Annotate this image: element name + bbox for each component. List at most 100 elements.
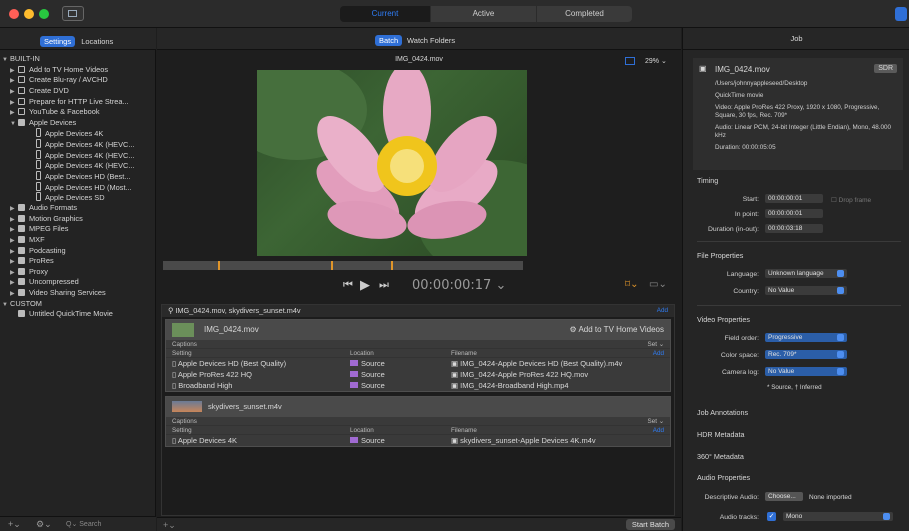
search-field[interactable]: Q⌄ Search	[66, 520, 101, 528]
sidebar-item[interactable]: ▶ ProRes	[0, 256, 156, 267]
sidebar-group[interactable]: ▼ CUSTOM	[0, 299, 156, 310]
filename-cell[interactable]: ▣ IMG_0424-Broadband High.mp4	[451, 380, 569, 391]
sidebar-item[interactable]: ▶ MPEG Files	[0, 224, 156, 235]
gear-icon[interactable]: ⚙⌄	[36, 519, 52, 530]
sidebar-item[interactable]: Apple Devices 4K	[0, 128, 156, 139]
batch-add-button[interactable]: Add	[657, 305, 668, 317]
preview-size-icon[interactable]	[625, 57, 635, 65]
sidebar-toggle-icon[interactable]	[62, 6, 84, 21]
sidebar-item[interactable]: Apple Devices 4K (HEVC...	[0, 149, 156, 161]
sidebar-item[interactable]: ▼ Apple Devices	[0, 118, 156, 129]
tab-settings[interactable]: Settings	[40, 36, 76, 47]
job-card-2[interactable]: skydivers_sunset.m4v Captions Set ⌄ Setti…	[165, 396, 671, 447]
zoom-popup[interactable]: 29% ⌄	[645, 57, 667, 65]
table-row[interactable]: ▯ Apple Devices HD (Best Quality) Source ▣…	[166, 358, 670, 369]
drop-frame-checkbox[interactable]: ☐ Drop frame	[831, 196, 871, 204]
table-row[interactable]: ▯ Broadband High Source ▣ IMG_0424-Broadba…	[166, 380, 670, 391]
zoom-button[interactable]	[39, 9, 49, 19]
in-point-field[interactable]: 00:00:00:01	[765, 209, 823, 218]
out-marker[interactable]	[391, 261, 393, 270]
sidebar-item[interactable]: Apple Devices HD (Most...	[0, 181, 156, 193]
start-batch-button[interactable]: Start Batch	[625, 519, 675, 530]
disclosure-icon[interactable]: ▶	[10, 236, 18, 246]
hdr-metadata-title[interactable]: HDR Metadata	[683, 430, 745, 439]
duration-field[interactable]: 00:00:03:18	[765, 224, 823, 233]
close-button[interactable]	[9, 9, 19, 19]
add-output-button[interactable]: Add	[653, 349, 664, 358]
disclosure-icon[interactable]: ▶	[10, 268, 18, 278]
sidebar-item[interactable]: Apple Devices 4K (HEVC...	[0, 160, 156, 171]
choose-button[interactable]: Choose...	[765, 492, 803, 501]
location-cell[interactable]: Source	[350, 380, 385, 391]
sidebar-item[interactable]: ▶ Proxy	[0, 267, 156, 278]
inspector-toggle-icon[interactable]	[895, 7, 907, 21]
audio-track-popup[interactable]: Mono	[783, 512, 893, 521]
sidebar-group[interactable]: ▼ BUILT-IN	[0, 54, 156, 65]
tab-locations[interactable]: Locations	[77, 36, 117, 47]
metadata-360-title[interactable]: 360° Metadata	[683, 452, 744, 461]
job-annotations-title[interactable]: Job Annotations	[683, 408, 748, 417]
disclosure-icon[interactable]: ▶	[10, 257, 18, 267]
timecode-display[interactable]: 00:00:00:17 ⌄	[412, 278, 506, 293]
disclosure-icon[interactable]: ▶	[10, 278, 18, 288]
job-card-1[interactable]: IMG_0424.mov ⚙ Add to TV Home Videos Cap…	[165, 319, 671, 392]
disclosure-icon[interactable]: ▶	[10, 215, 18, 225]
disclosure-icon[interactable]: ▶	[10, 66, 18, 76]
sidebar-item[interactable]: Apple Devices HD (Best...	[0, 171, 156, 182]
disclosure-icon[interactable]: ▶	[10, 289, 18, 299]
sidebar-item[interactable]: ▶ Create Blu-ray / AVCHD	[0, 75, 156, 86]
table-row[interactable]: ▯ Apple Devices 4K Source ▣ skydivers_suns…	[166, 435, 670, 446]
tab-current[interactable]: Current	[340, 6, 430, 22]
sidebar-item[interactable]: ▶ Motion Graphics	[0, 214, 156, 225]
location-cell[interactable]: Source	[350, 435, 385, 446]
job-1-target[interactable]: ⚙ Add to TV Home Videos	[570, 325, 664, 334]
disclosure-icon[interactable]: ▶	[10, 247, 18, 257]
audio-track-checkbox[interactable]: ✓	[767, 512, 776, 521]
add-icon[interactable]: +⌄	[8, 519, 21, 530]
audio-properties-title[interactable]: Audio Properties	[683, 473, 750, 482]
sidebar-item[interactable]: ▶ Prepare for HTTP Live Strea...	[0, 97, 156, 108]
sidebar-item[interactable]: ▶ Video Sharing Services	[0, 288, 156, 299]
tab-watch-folders[interactable]: Watch Folders	[403, 35, 459, 46]
bookmark-icon[interactable]: ⌑⌄	[625, 279, 639, 290]
set-popup-2[interactable]: Set ⌄	[648, 417, 664, 426]
sidebar-item[interactable]: ▶ Create DVD	[0, 86, 156, 97]
add-output-button-2[interactable]: Add	[653, 426, 664, 435]
tab-completed[interactable]: Completed	[537, 6, 632, 22]
start-marker[interactable]	[218, 261, 220, 270]
color-space-popup[interactable]: Rec. 709*	[765, 350, 847, 359]
previous-frame-icon[interactable]: ⏮	[343, 279, 353, 292]
disclosure-icon[interactable]: ▶	[10, 98, 18, 108]
start-field[interactable]: 00:00:00:01	[765, 194, 823, 203]
add-job-icon[interactable]: +⌄	[163, 520, 176, 531]
sidebar-item[interactable]: ▶ Audio Formats	[0, 203, 156, 214]
field-order-popup[interactable]: Progressive	[765, 333, 847, 342]
disclosure-icon[interactable]: ▶	[10, 225, 18, 235]
minimize-button[interactable]	[24, 9, 34, 19]
location-cell[interactable]: Source	[350, 358, 385, 369]
sidebar-item[interactable]: ▶ Add to TV Home Videos	[0, 65, 156, 76]
tab-batch[interactable]: Batch	[375, 35, 403, 46]
sidebar-item[interactable]: Untitled QuickTime Movie	[0, 309, 156, 320]
filename-cell[interactable]: ▣ IMG_0424-Apple Devices HD (Best Qualit…	[451, 358, 622, 369]
camera-log-popup[interactable]: No Value	[765, 367, 847, 376]
filename-cell[interactable]: ▣ skydivers_sunset-Apple Devices 4K.m4v	[451, 435, 596, 446]
disclosure-icon[interactable]: ▼	[2, 55, 10, 65]
disclosure-icon[interactable]: ▶	[10, 76, 18, 86]
language-popup[interactable]: Unknown language	[765, 269, 847, 278]
country-popup[interactable]: No Value	[765, 286, 847, 295]
sidebar-item[interactable]: ▶ MXF	[0, 235, 156, 246]
disclosure-icon[interactable]: ▼	[2, 300, 10, 310]
timeline-scrubber[interactable]	[163, 261, 523, 270]
sidebar-item[interactable]: ▶ YouTube & Facebook	[0, 107, 156, 118]
sidebar-item[interactable]: ▶ Podcasting	[0, 246, 156, 257]
sidebar-item[interactable]: ▶ Uncompressed	[0, 277, 156, 288]
disclosure-icon[interactable]: ▶	[10, 87, 18, 97]
in-marker[interactable]	[331, 261, 333, 270]
set-popup[interactable]: Set ⌄	[648, 340, 664, 349]
sidebar-item[interactable]: Apple Devices SD	[0, 192, 156, 203]
play-icon[interactable]: ▶	[360, 277, 370, 293]
disclosure-icon[interactable]: ▶	[10, 108, 18, 118]
filename-cell[interactable]: ▣ IMG_0424-Apple ProRes 422 HQ.mov	[451, 369, 588, 380]
tab-active[interactable]: Active	[431, 6, 536, 22]
